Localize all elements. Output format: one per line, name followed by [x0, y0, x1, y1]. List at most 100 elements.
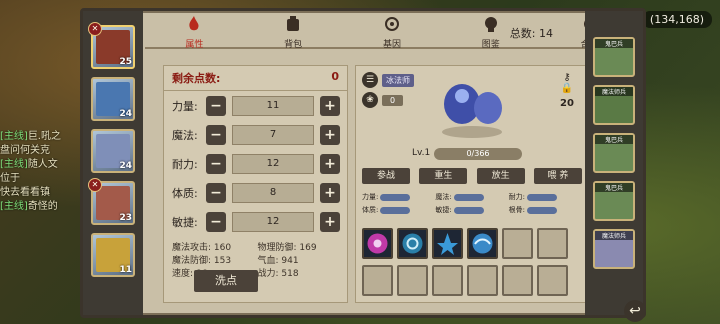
remaining-value: 0 — [331, 70, 339, 83]
hero-slot[interactable]: 24 — [91, 77, 135, 121]
skill-wind-icon — [402, 233, 423, 254]
remaining-points: 剩余点数: 0 — [164, 66, 347, 91]
pet-points-value: 0 — [382, 94, 404, 106]
skill-slot[interactable] — [537, 265, 568, 296]
skill-slot[interactable] — [467, 228, 498, 259]
decrease-button[interactable]: − — [206, 124, 226, 145]
remaining-label: 剩余点数: — [172, 72, 221, 85]
hero-level: 25 — [119, 57, 132, 67]
stat-value: 12 — [232, 153, 314, 174]
stat-row-constitution: 体质: − 8 + — [164, 178, 347, 207]
skill-grid — [362, 228, 568, 296]
pet-count: 20 — [560, 98, 574, 109]
stat-label: 体质: — [172, 186, 198, 200]
tab-gene[interactable]: 基因 — [362, 15, 422, 50]
key-icon[interactable]: ⚷ — [552, 72, 582, 83]
rebirth-button[interactable]: 重生 — [419, 168, 468, 184]
pet-card[interactable]: 鬼巴兵 — [593, 181, 635, 221]
stat-label: 耐力: — [172, 157, 198, 171]
increase-button[interactable]: + — [320, 211, 340, 232]
skill-slot[interactable] — [467, 265, 498, 296]
skill-water-icon — [472, 233, 493, 254]
chat-line: 位于 — [0, 173, 20, 184]
skill-slot[interactable] — [397, 265, 428, 296]
derived-stat: 气血: 941 — [257, 256, 299, 266]
chat-log[interactable]: [主线]巨.吼之 盘问何关克 [主线]随人文 位于 快去看看镇 [主线]奇怪的 — [0, 130, 84, 214]
release-button[interactable]: 放生 — [476, 168, 525, 184]
derived-stat: 魔法防御: 153 — [172, 256, 232, 266]
pet-card[interactable]: 鬼巴兵 — [593, 133, 635, 173]
pet-exp-bar: 0/366 — [434, 148, 522, 160]
pet-stats: 力量: 魔法: 耐力: 体质: 敏捷: 根骨: — [362, 192, 582, 215]
stat-label: 魔法: — [172, 128, 198, 142]
decrease-button[interactable]: − — [206, 182, 226, 203]
pet-stat-bar — [527, 206, 558, 214]
pet-card-label: 魔法师兵 — [595, 87, 633, 96]
stat-row-endurance: 耐力: − 12 + — [164, 149, 347, 178]
reset-points-button[interactable]: 洗点 — [194, 270, 258, 292]
hero-list: ✕ 25 24 24 ✕ 23 11 — [83, 11, 143, 315]
hero-slot[interactable]: ✕ 23 — [88, 178, 135, 225]
skill-slot[interactable] — [362, 228, 393, 259]
pet-portrait — [442, 84, 502, 138]
attribute-panel: 剩余点数: 0 力量: − 11 + 魔法: − 7 + 耐力: − 12 + … — [163, 65, 348, 303]
paw-icon: ❀ — [362, 92, 378, 108]
tab-label: 背包 — [284, 40, 303, 50]
pet-stat-bar — [453, 193, 484, 201]
hero-level: 24 — [119, 161, 132, 171]
skill-ice-icon — [437, 233, 458, 255]
increase-button[interactable]: + — [320, 153, 340, 174]
pet-card[interactable]: 魔法师兵 — [593, 229, 635, 269]
derived-stat: 战力: 518 — [257, 269, 299, 279]
decrease-button[interactable]: − — [206, 211, 226, 232]
increase-button[interactable]: + — [320, 95, 340, 116]
tab-attributes[interactable]: 属性 — [164, 15, 224, 50]
feed-button[interactable]: 喂 养 — [533, 168, 582, 184]
pet-card[interactable]: 魔法师兵 — [593, 85, 635, 125]
battle-button[interactable]: 参战 — [362, 168, 410, 184]
pet-stat-label: 耐力: — [508, 193, 526, 201]
back-arrow-icon[interactable]: ↩ — [624, 300, 646, 322]
decrease-button[interactable]: − — [206, 95, 226, 116]
chat-line: [主线]奇怪的 — [0, 201, 58, 212]
skill-slot[interactable] — [397, 228, 428, 259]
pet-stat-label: 根骨: — [508, 206, 526, 214]
pet-stat-bar — [380, 206, 411, 214]
pet-stat-bar — [527, 193, 558, 201]
decrease-button[interactable]: − — [206, 153, 226, 174]
pet-name: 冰法师 — [382, 73, 414, 87]
skill-slot[interactable] — [362, 265, 393, 296]
pet-stat: 耐力: — [509, 192, 582, 202]
pet-stat-bar — [380, 193, 411, 201]
skill-slot[interactable] — [502, 265, 533, 296]
derived-stat: 魔法攻击: 160 — [172, 243, 232, 253]
pet-card-label: 魔法师兵 — [595, 231, 633, 240]
pet-card[interactable]: 鬼巴兵 — [593, 37, 635, 77]
pet-detail: ☰ 冰法师 ❀ 0 ⚷ 🔒 20 Lv.1 0/366 参战 重生 放生 喂 养… — [355, 65, 589, 303]
pet-card-label: 鬼巴兵 — [595, 39, 633, 48]
stat-label: 力量: — [172, 99, 198, 113]
skill-slot[interactable] — [502, 228, 533, 259]
hero-badge-icon: ✕ — [88, 178, 102, 192]
increase-button[interactable]: + — [320, 124, 340, 145]
list-icon[interactable]: ☰ — [362, 72, 378, 88]
pet-stat-label: 魔法: — [435, 193, 452, 201]
gene-icon — [384, 17, 399, 31]
tab-label: 基因 — [382, 40, 401, 50]
skill-slot[interactable] — [432, 228, 463, 259]
hero-slot[interactable]: 11 — [91, 233, 135, 277]
pet-name-row: ☰ 冰法师 — [362, 72, 414, 88]
skill-slot[interactable] — [537, 228, 568, 259]
skill-slot[interactable] — [432, 265, 463, 296]
pet-stat: 力量: — [362, 192, 435, 202]
hero-level: 11 — [119, 265, 132, 275]
pet-stat: 体质: — [362, 205, 435, 215]
hero-slot[interactable]: 24 — [91, 129, 135, 173]
lock-icon[interactable]: 🔒 — [552, 83, 582, 94]
hero-level: 24 — [119, 109, 132, 119]
hero-slot[interactable]: ✕ 25 — [88, 22, 135, 69]
skill-vortex-icon — [367, 233, 388, 254]
increase-button[interactable]: + — [320, 182, 340, 203]
pet-card-label: 鬼巴兵 — [595, 183, 633, 192]
tab-bag[interactable]: 背包 — [263, 15, 323, 50]
